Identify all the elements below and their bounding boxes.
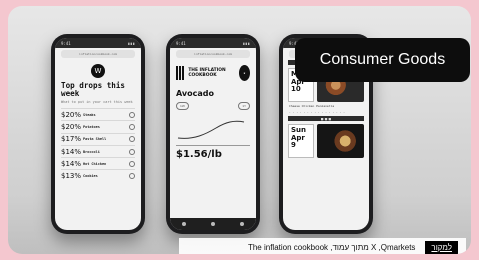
brand-name: THE INFLATION COOKBOOK — [188, 68, 226, 78]
phone-left-screen: 9:41 ▮▮▮ inflationcookbook.com W Top drop… — [55, 38, 141, 230]
top-drops-heading: Top drops this week — [61, 81, 126, 98]
product-name: Pasta Shell — [83, 137, 107, 142]
food-icon — [129, 136, 135, 143]
status-bar: 9:41▮▮▮ — [170, 38, 256, 48]
list-item[interactable]: $13% Cookies — [61, 169, 135, 181]
caption-text: The inflation cookbook ,מתוך עמוד X ,Qma… — [247, 242, 416, 252]
product-name: Broccoli — [83, 149, 100, 154]
brand-logo-icon — [176, 66, 185, 80]
nav-add-icon[interactable] — [210, 222, 215, 226]
food-icon — [129, 123, 135, 130]
product-name: Hot Chicken — [83, 161, 107, 166]
product-name: Steaks — [83, 112, 96, 117]
price-drop: $14% — [61, 159, 82, 168]
status-bar: 9:41▮▮▮ — [55, 38, 141, 48]
product-name: Cookies — [83, 174, 98, 179]
logo-icon: W — [91, 64, 105, 78]
product-title: Avocado — [176, 89, 214, 98]
price-drop: $20% — [61, 110, 82, 119]
section-strip: ■ ■ ■ — [288, 116, 364, 121]
nav-menu-icon[interactable] — [239, 222, 244, 226]
address-bar: inflationcookbook.com — [61, 50, 135, 58]
day-card[interactable]: Sun Apr 9 — [288, 124, 364, 158]
image-caption: The inflation cookbook ,מתוך עמוד X ,Qma… — [179, 238, 466, 254]
product-price: $1.56/lb — [176, 149, 222, 160]
food-icon — [129, 160, 135, 167]
list-item[interactable]: $20% Steaks — [61, 108, 135, 120]
price-drop: $20% — [61, 122, 82, 131]
list-item[interactable]: $14% Broccoli — [61, 144, 135, 157]
price-drop: $14% — [61, 147, 82, 156]
product-name: Potatoes — [83, 124, 100, 129]
food-icon — [129, 148, 135, 155]
list-item[interactable]: $17% Pasta Shell — [61, 132, 135, 145]
price-drop: $17% — [61, 135, 82, 144]
price-drop: $13% — [61, 172, 82, 181]
recipe-title: Cheese Chicken Panzanella — [289, 104, 335, 108]
meal-photo — [317, 124, 364, 158]
price-chart — [176, 114, 250, 146]
page-frame: 9:41 ▮▮▮ inflationcookbook.com W Top drop… — [0, 0, 479, 260]
day-label: Sun Apr 9 — [288, 124, 314, 158]
filter-pill[interactable]: 1W — [176, 102, 189, 110]
price-line — [177, 120, 245, 139]
list-item[interactable]: $20% Potatoes — [61, 120, 135, 132]
filter-pills: 1W 1Y — [176, 102, 250, 110]
food-icon — [129, 111, 135, 118]
food-icon — [129, 173, 135, 180]
phone-middle: 9:41 ▮▮▮ inflationcookbook.com THE INFLAT… — [166, 34, 260, 234]
filter-pill[interactable]: 1Y — [238, 102, 250, 110]
badge-icon: ★ — [238, 65, 250, 81]
phone-middle-screen: 9:41 ▮▮▮ inflationcookbook.com THE INFLAT… — [170, 38, 256, 230]
bottom-nav — [170, 218, 256, 230]
phone-left: 9:41 ▮▮▮ inflationcookbook.com W Top drop… — [51, 34, 145, 234]
top-drops-subheading: What to put in your cart this week — [61, 100, 133, 104]
nav-home-icon[interactable] — [182, 222, 187, 226]
brand-header: THE INFLATION COOKBOOK ★ — [176, 65, 250, 81]
article-image-card: 9:41 ▮▮▮ inflationcookbook.com W Top drop… — [8, 6, 471, 254]
list-item[interactable]: $14% Hot Chicken — [61, 157, 135, 169]
source-link[interactable]: למקור — [425, 240, 458, 254]
recipe-description: · · · · · · · · · · · · · · · · — [289, 110, 345, 114]
address-bar: inflationcookbook.com — [176, 50, 250, 58]
category-title: Consumer Goods — [295, 38, 470, 82]
